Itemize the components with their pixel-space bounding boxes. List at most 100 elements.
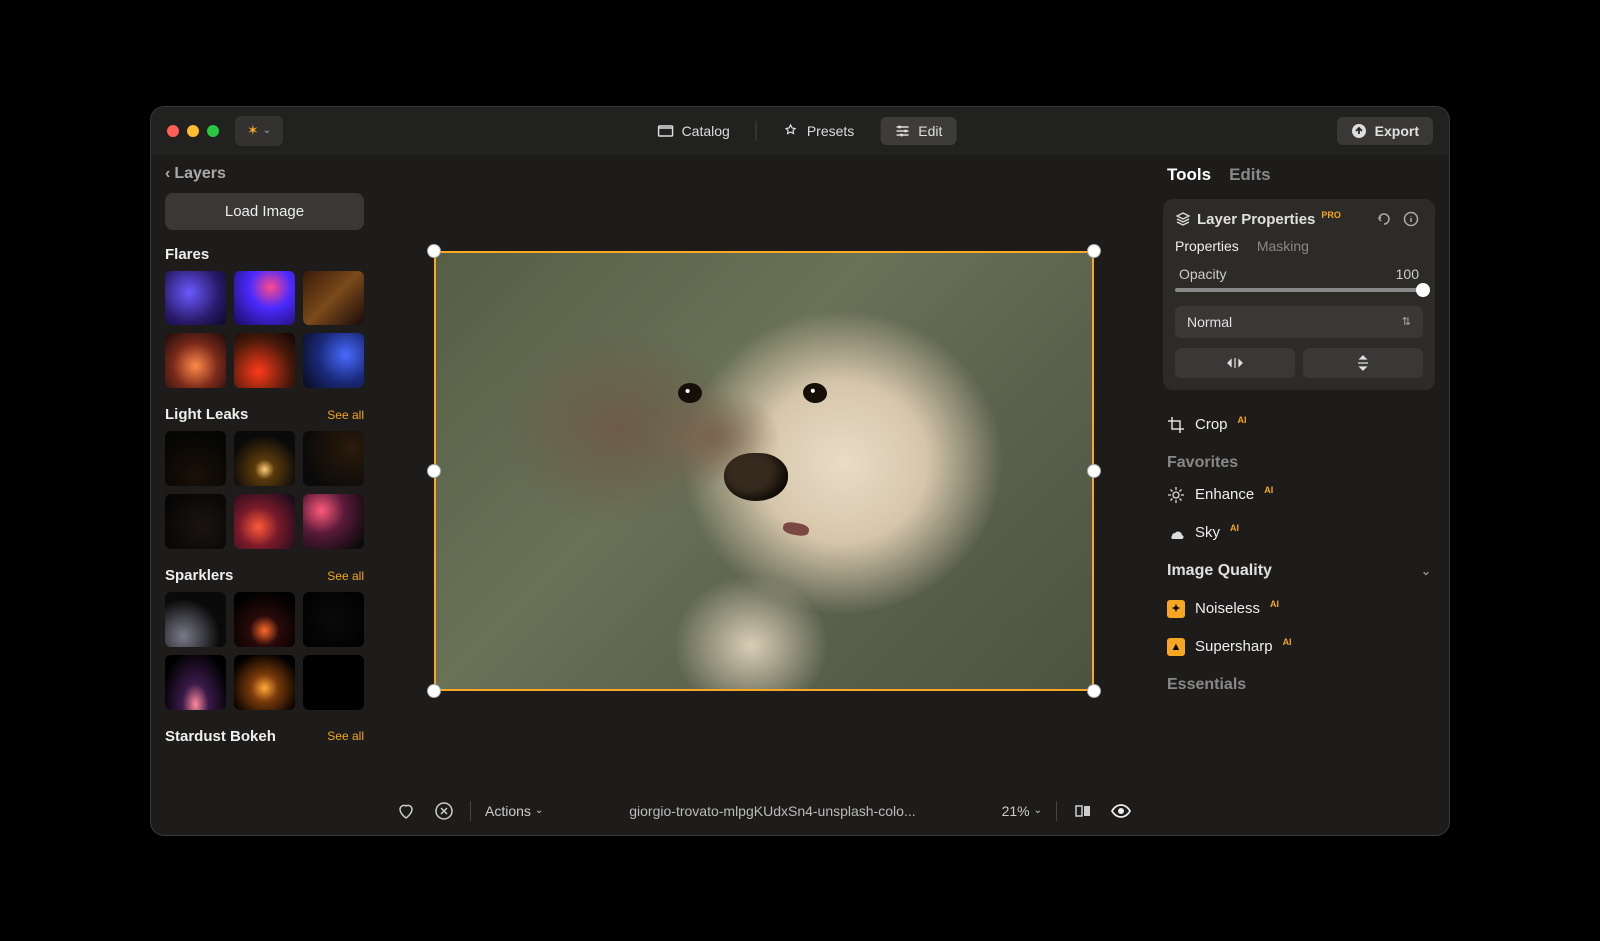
canvas-area: Actions ⌄ giorgio-trovato-mlpgKUdxSn4-un… [378, 155, 1149, 835]
sparkler-thumb[interactable] [165, 655, 226, 710]
tab-tools[interactable]: Tools [1167, 165, 1211, 185]
info-button[interactable] [1403, 211, 1423, 227]
info-icon [1403, 211, 1419, 227]
crop-tool[interactable]: Crop AI [1163, 406, 1435, 444]
app-menu-button[interactable]: ✶ ⌄ [235, 116, 283, 146]
reject-button[interactable] [432, 799, 456, 823]
lightleak-thumb[interactable] [234, 494, 295, 549]
lightleaks-seeall[interactable]: See all [327, 408, 364, 422]
enhance-tool[interactable]: Enhance AI [1163, 476, 1435, 514]
tab-edits[interactable]: Edits [1229, 165, 1271, 185]
flare-thumb[interactable] [234, 333, 295, 388]
enhance-icon [1167, 486, 1185, 504]
flare-thumb[interactable] [303, 271, 364, 326]
flares-grid [165, 271, 364, 389]
flip-h-icon [1225, 356, 1245, 370]
minimize-window-button[interactable] [187, 125, 199, 137]
sparkler-thumb[interactable] [165, 592, 226, 647]
presets-icon [783, 123, 799, 139]
flare-thumb[interactable] [165, 333, 226, 388]
flare-thumb[interactable] [165, 271, 226, 326]
lightleaks-grid [165, 431, 364, 549]
blend-mode-select[interactable]: Normal ⇅ [1175, 306, 1423, 338]
preview-button[interactable] [1109, 799, 1133, 823]
ai-badge: AI [1264, 485, 1273, 495]
presets-label: Presets [807, 123, 854, 139]
crop-icon [1167, 416, 1185, 434]
actions-dropdown[interactable]: Actions ⌄ [485, 803, 543, 819]
titlebar: ✶ ⌄ Catalog Presets Edit Export [151, 107, 1449, 155]
compare-button[interactable] [1071, 799, 1095, 823]
sparklers-header: Sparklers See all [165, 567, 364, 584]
flare-thumb[interactable] [234, 271, 295, 326]
lightleak-thumb[interactable] [165, 431, 226, 486]
presets-tab[interactable]: Presets [769, 117, 868, 145]
flip-horizontal-button[interactable] [1175, 348, 1295, 378]
resize-handle-br[interactable] [1087, 684, 1101, 698]
chevron-down-icon: ⌄ [263, 125, 271, 136]
undo-button[interactable] [1375, 211, 1395, 227]
lightleaks-title: Light Leaks [165, 406, 248, 423]
sparklers-title: Sparklers [165, 567, 233, 584]
supersharp-label: Supersharp [1195, 638, 1273, 655]
app-logo-icon: ✶ [247, 122, 259, 139]
left-sidebar: ‹ Layers Load Image Flares Light Leaks S… [151, 155, 378, 835]
opacity-value: 100 [1396, 266, 1419, 282]
divider [756, 121, 757, 141]
select-chevron-icon: ⇅ [1402, 315, 1411, 328]
flares-header: Flares [165, 246, 364, 263]
divider [1056, 801, 1057, 821]
sparklers-grid [165, 592, 364, 710]
flip-vertical-button[interactable] [1303, 348, 1423, 378]
sparklers-seeall[interactable]: See all [327, 569, 364, 583]
resize-handle-mr[interactable] [1087, 464, 1101, 478]
stardust-seeall[interactable]: See all [327, 729, 364, 743]
lightleak-thumb[interactable] [234, 431, 295, 486]
sky-tool[interactable]: Sky AI [1163, 514, 1435, 552]
right-panel: Tools Edits Layer Properties PRO [1149, 155, 1449, 835]
image-selection[interactable] [434, 251, 1094, 691]
export-icon [1351, 123, 1367, 139]
canvas[interactable] [378, 155, 1149, 787]
slider-thumb[interactable] [1416, 283, 1430, 297]
image-quality-label: Image Quality [1167, 562, 1272, 580]
sparkler-thumb[interactable] [234, 592, 295, 647]
ai-badge: AI [1283, 637, 1292, 647]
resize-handle-ml[interactable] [427, 464, 441, 478]
catalog-label: Catalog [682, 123, 730, 139]
subtab-masking[interactable]: Masking [1257, 238, 1309, 254]
load-image-button[interactable]: Load Image [165, 193, 364, 230]
opacity-slider[interactable] [1175, 288, 1423, 292]
catalog-tab[interactable]: Catalog [644, 117, 744, 145]
resize-handle-bl[interactable] [427, 684, 441, 698]
layers-back-button[interactable]: ‹ Layers [165, 165, 364, 183]
layers-icon [1175, 211, 1191, 227]
lightleak-thumb[interactable] [303, 431, 364, 486]
zoom-dropdown[interactable]: 21% ⌄ [1002, 803, 1042, 819]
canvas-toolbar: Actions ⌄ giorgio-trovato-mlpgKUdxSn4-un… [378, 787, 1149, 835]
resize-handle-tl[interactable] [427, 244, 441, 258]
sparkler-thumb[interactable] [303, 655, 364, 710]
sparkler-thumb[interactable] [234, 655, 295, 710]
sparkler-thumb[interactable] [303, 592, 364, 647]
resize-handle-tr[interactable] [1087, 244, 1101, 258]
subtab-properties[interactable]: Properties [1175, 238, 1239, 254]
noiseless-tool[interactable]: ✦ Noiseless AI [1163, 590, 1435, 628]
favorite-button[interactable] [394, 799, 418, 823]
noiseless-label: Noiseless [1195, 600, 1260, 617]
sky-label: Sky [1195, 524, 1220, 541]
flare-thumb[interactable] [303, 333, 364, 388]
maximize-window-button[interactable] [207, 125, 219, 137]
close-window-button[interactable] [167, 125, 179, 137]
supersharp-tool[interactable]: ▲ Supersharp AI [1163, 628, 1435, 666]
layer-properties-header: Layer Properties PRO [1175, 211, 1423, 228]
lightleak-thumb[interactable] [303, 494, 364, 549]
export-label: Export [1375, 123, 1419, 139]
layers-label: Layers [174, 165, 226, 183]
lightleak-thumb[interactable] [165, 494, 226, 549]
image-quality-group[interactable]: Image Quality ⌄ [1163, 552, 1435, 590]
essentials-group: Essentials [1163, 666, 1435, 698]
opacity-row: Opacity 100 [1175, 266, 1423, 282]
edit-tab[interactable]: Edit [880, 117, 956, 145]
export-button[interactable]: Export [1337, 117, 1433, 145]
